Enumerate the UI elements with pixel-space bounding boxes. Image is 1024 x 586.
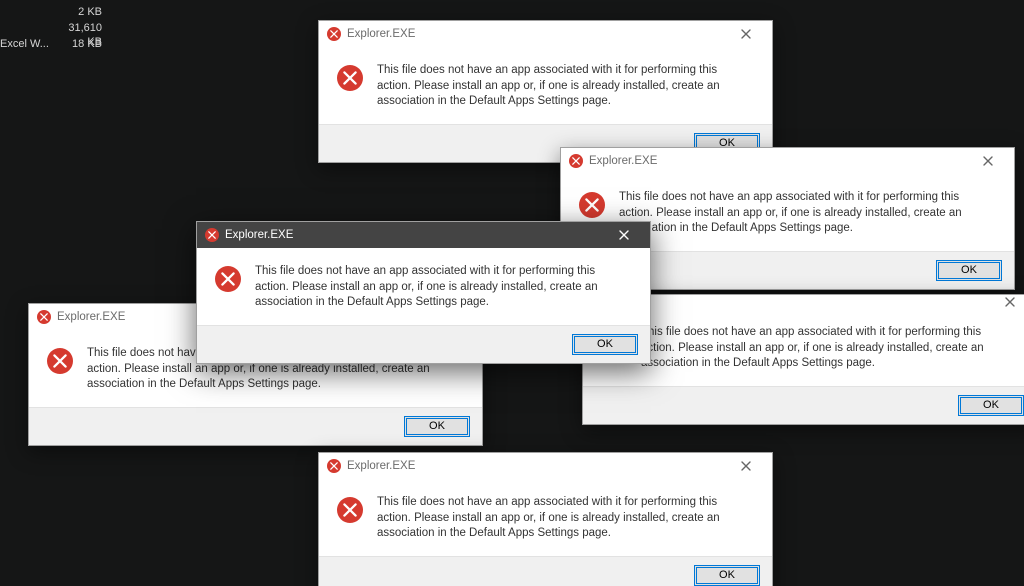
file-row[interactable]: Excel W... 18 KB	[0, 36, 112, 52]
dialog-titlebar[interactable]: Explorer.EXE	[197, 222, 650, 248]
dialog-footer: OK	[29, 407, 482, 445]
dialog-message: This file does not have an app associate…	[641, 325, 1016, 372]
error-dialog[interactable]: Explorer.EXE This file does not have an a…	[318, 452, 773, 586]
error-icon	[337, 497, 363, 523]
file-size: 18 KB	[54, 37, 108, 51]
dialog-title: Explorer.EXE	[347, 28, 720, 40]
error-icon	[47, 348, 73, 374]
close-button[interactable]	[726, 454, 766, 478]
dialog-message: This file does not have an app associate…	[619, 190, 994, 237]
dialog-titlebar[interactable]: Explorer.EXE	[561, 148, 1014, 174]
error-icon	[327, 459, 341, 473]
file-type	[0, 5, 54, 19]
file-row[interactable]: 31,610 KB	[0, 20, 112, 36]
error-icon	[37, 310, 51, 324]
close-button[interactable]	[604, 223, 644, 247]
error-dialog[interactable]: Explorer.EXE This file does not have an a…	[318, 20, 773, 163]
ok-button[interactable]: OK	[936, 260, 1002, 281]
error-icon	[579, 192, 605, 218]
error-icon	[215, 266, 241, 292]
dialog-title: Explorer.EXE	[347, 460, 720, 472]
dialog-message: This file does not have an app associate…	[377, 63, 752, 110]
error-icon	[327, 27, 341, 41]
dialog-footer: OK	[319, 556, 772, 586]
close-button[interactable]	[990, 290, 1024, 314]
error-dialog[interactable]: Explorer.EXE This file does not have an a…	[196, 221, 651, 364]
file-size: 31,610 KB	[54, 21, 108, 35]
error-icon	[205, 228, 219, 242]
dialog-title: Explorer.EXE	[225, 229, 598, 241]
dialog-body: This file does not have an app associate…	[319, 479, 772, 556]
dialog-footer: OK	[197, 325, 650, 363]
dialog-title: Explorer.EXE	[589, 155, 962, 167]
ok-button[interactable]: OK	[958, 395, 1024, 416]
ok-button[interactable]: OK	[572, 334, 638, 355]
dialog-titlebar[interactable]: Explorer.EXE	[319, 21, 772, 47]
dialog-footer: OK	[583, 386, 1024, 424]
file-list: 2 KB 31,610 KB Excel W... 18 KB	[0, 4, 112, 52]
dialog-message: This file does not have an app associate…	[377, 495, 752, 542]
file-type	[0, 21, 54, 35]
ok-button[interactable]: OK	[404, 416, 470, 437]
dialog-message: This file does not have an app associate…	[255, 264, 630, 311]
file-type: Excel W...	[0, 37, 54, 51]
dialog-body: This file does not have an app associate…	[319, 47, 772, 124]
file-row[interactable]: 2 KB	[0, 4, 112, 20]
ok-button[interactable]: OK	[694, 565, 760, 586]
close-button[interactable]	[726, 22, 766, 46]
dialog-titlebar[interactable]: Explorer.EXE	[319, 453, 772, 479]
error-icon	[569, 154, 583, 168]
dialog-body: This file does not have an app associate…	[197, 248, 650, 325]
close-button[interactable]	[968, 149, 1008, 173]
file-size: 2 KB	[54, 5, 108, 19]
error-icon	[337, 65, 363, 91]
